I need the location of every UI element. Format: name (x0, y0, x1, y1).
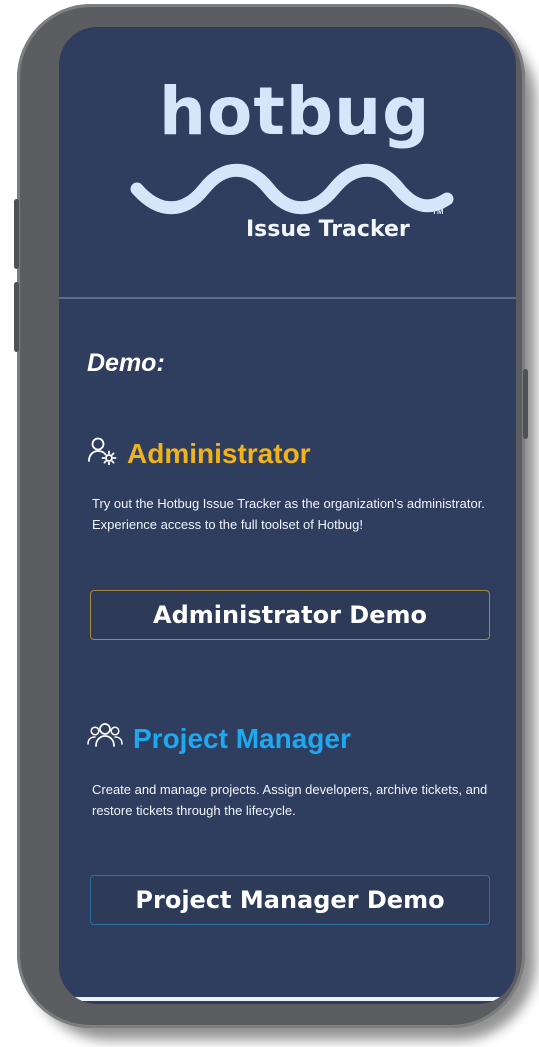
demo-heading: Demo: (87, 349, 165, 377)
project-manager-title: Project Manager (87, 720, 351, 757)
user-group-icon (87, 720, 123, 757)
administrator-demo-button-label: Administrator Demo (153, 601, 427, 629)
app-screen: hotbug TM Issue Tracker Demo: Administra… (59, 27, 516, 1004)
hotbug-logo: hotbug TM Issue Tracker (129, 73, 459, 287)
logo-subtitle: Issue Tracker (246, 217, 410, 242)
logo-wordmark: hotbug (159, 73, 431, 150)
user-gear-icon (87, 435, 117, 472)
project-manager-demo-button[interactable]: Project Manager Demo (90, 875, 490, 925)
project-manager-demo-button-label: Project Manager Demo (135, 886, 445, 914)
administrator-title-label: Administrator (127, 437, 311, 469)
wave-icon (130, 163, 454, 215)
side-button-left-top (14, 199, 19, 269)
side-button-left-bottom (14, 282, 19, 352)
project-manager-title-label: Project Manager (133, 722, 351, 754)
administrator-description: Try out the Hotbug Issue Tracker as the … (92, 496, 485, 532)
side-button-right (523, 369, 528, 439)
phone-frame: hotbug TM Issue Tracker Demo: Administra… (14, 4, 528, 1028)
administrator-demo-button[interactable]: Administrator Demo (90, 590, 490, 640)
bottom-edge-bar (59, 997, 516, 1001)
header-divider (59, 297, 516, 299)
project-manager-description: Create and manage projects. Assign devel… (92, 782, 488, 818)
trademark-symbol: TM (432, 207, 444, 216)
administrator-title: Administrator (87, 435, 311, 472)
